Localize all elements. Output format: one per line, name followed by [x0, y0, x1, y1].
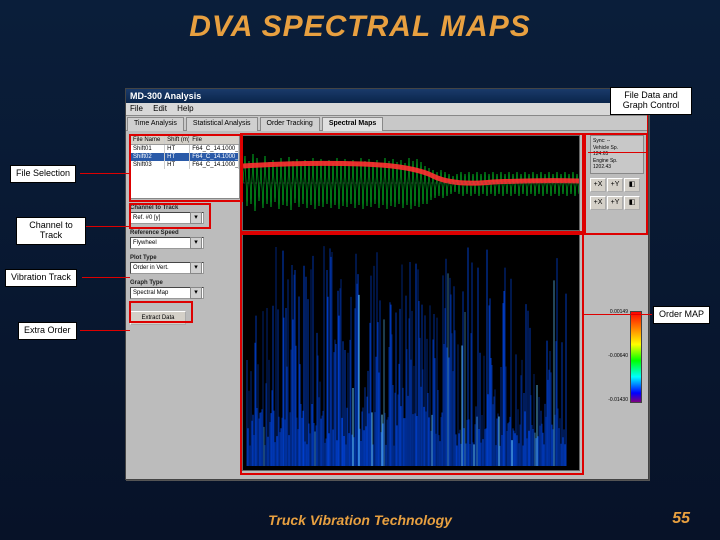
extract-data-button[interactable]: Extract Data	[130, 311, 186, 325]
palette-button-2[interactable]: ◧	[624, 196, 640, 210]
annotation-channel-to-track: Channel toTrack	[16, 217, 86, 245]
cell: Shift01	[131, 145, 165, 153]
menubar: File Edit Help	[126, 103, 648, 116]
slide-title: DVA SPECTRAL MAPS	[0, 10, 720, 44]
col-shift[interactable]: Shift (m)	[165, 136, 190, 144]
cell: Shift03	[131, 161, 165, 169]
cell: HT	[165, 153, 190, 161]
plot-vibration-track[interactable]	[242, 135, 580, 231]
annotation-vibration-track: Vibration Track	[5, 269, 77, 287]
cell: F64_C_14.1000_T:0	[190, 153, 239, 161]
tab-statistical-analysis[interactable]: Statistical Analysis	[186, 117, 258, 131]
window-titlebar[interactable]: MD-300 Analysis	[126, 89, 648, 103]
page-number: 55	[672, 510, 690, 528]
dropdown-plot-type[interactable]: Order in Vert.	[130, 262, 204, 274]
app-body: File Name Shift (m) File Shift01 HT F64_…	[126, 131, 648, 479]
annotation-file-selection: File Selection	[10, 165, 76, 183]
annotation-order-map: Order MAP	[653, 306, 710, 324]
cell: HT	[165, 161, 190, 169]
col-file[interactable]: File	[190, 136, 239, 144]
dropdown-graph-type[interactable]: Spectral Map	[130, 287, 204, 299]
tab-order-tracking[interactable]: Order Tracking	[260, 117, 320, 131]
label-ref-speed: Reference Speed	[130, 230, 238, 236]
cell: F64_C_14.1000_T:0	[190, 145, 239, 153]
zoom-x-button-2[interactable]: +X	[590, 196, 606, 210]
cell: F64_C_14.1000_T:0	[190, 161, 239, 169]
file-table[interactable]: File Name Shift (m) File Shift01 HT F64_…	[130, 135, 240, 199]
scale-mid: -0.00640	[608, 353, 628, 359]
table-row[interactable]: Shift03 HT F64_C_14.1000_T:0	[131, 161, 239, 169]
plot-spectral-map[interactable]	[242, 233, 580, 471]
col-file-name[interactable]: File Name	[131, 136, 165, 144]
zoom-x-button[interactable]: +X	[590, 178, 606, 192]
slide-footer: Truck Vibration Technology	[0, 512, 720, 528]
cell: Shift02	[131, 153, 165, 161]
table-row[interactable]: Shift02 HT F64_C_14.1000_T:0	[131, 153, 239, 161]
annotation-extra-order: Extra Order	[18, 322, 77, 340]
engine-speed-value: 1202.43	[593, 164, 641, 171]
palette-button[interactable]: ◧	[624, 178, 640, 192]
label-channel-to-track: Channel to Track	[130, 205, 238, 211]
menu-help[interactable]: Help	[177, 104, 193, 113]
cell: HT	[165, 145, 190, 153]
tab-spectral-maps[interactable]: Spectral Maps	[322, 117, 383, 131]
app-window: MD-300 Analysis File Edit Help Time Anal…	[125, 88, 649, 480]
dropdown-channel-to-track[interactable]: Ref. #0 [y]	[130, 212, 204, 224]
right-column: Sync: -- Vehicle Sp. 124.65 Engine Sp. 1…	[590, 135, 644, 214]
annotation-file-data: File Data andGraph Control	[610, 87, 692, 115]
left-column: File Name Shift (m) File Shift01 HT F64_…	[130, 135, 238, 325]
dropdown-ref-speed[interactable]: Flywheel	[130, 237, 204, 249]
zoom-y-button-2[interactable]: +Y	[607, 196, 623, 210]
sync-info-box: Sync: -- Vehicle Sp. 124.65 Engine Sp. 1…	[590, 135, 644, 174]
label-plot-type: Plot Type	[130, 255, 238, 261]
table-row[interactable]: Shift01 HT F64_C_14.1000_T:0	[131, 145, 239, 153]
menu-file[interactable]: File	[130, 104, 143, 113]
zoom-y-button[interactable]: +Y	[607, 178, 623, 192]
color-scale	[630, 311, 642, 403]
tab-time-analysis[interactable]: Time Analysis	[127, 117, 184, 131]
label-graph-type: Graph Type	[130, 280, 238, 286]
menu-edit[interactable]: Edit	[153, 104, 167, 113]
tab-row: Time Analysis Statistical Analysis Order…	[126, 116, 648, 131]
scale-lo: -0.01430	[608, 397, 628, 403]
